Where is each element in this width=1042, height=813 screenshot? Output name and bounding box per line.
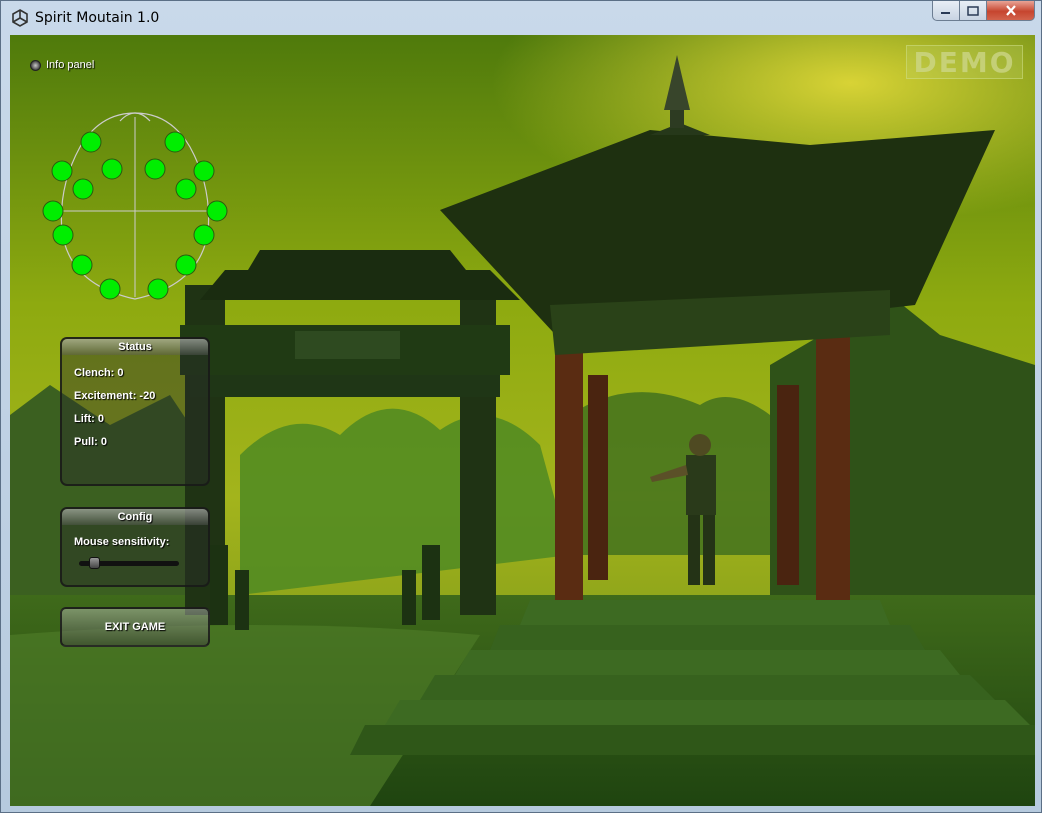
unity-app-icon [12, 9, 28, 27]
sensor-contact-11 [52, 224, 74, 246]
minimize-icon [941, 11, 950, 14]
status-panel: Status Clench: 0 Excitement: -20 Lift: 0… [60, 337, 210, 486]
sensor-contact-9 [42, 200, 64, 222]
title-bar[interactable]: Spirit Moutain 1.0 [1, 1, 1041, 35]
sensor-contact-16 [147, 278, 169, 300]
sensor-contact-1 [80, 131, 102, 153]
window-title: Spirit Moutain 1.0 [35, 10, 160, 26]
lift-value: Lift: 0 [74, 413, 104, 425]
eeg-sensor-map [42, 112, 228, 300]
status-title: Status [62, 339, 208, 355]
maximize-button[interactable] [960, 1, 987, 21]
sensor-contact-5 [51, 160, 73, 182]
info-panel-toggle[interactable]: Info panel [30, 59, 94, 71]
sensor-contact-2 [164, 131, 186, 153]
sensor-contact-8 [175, 178, 197, 200]
demo-watermark-text: DEMO [913, 45, 1016, 79]
mouse-sensitivity-slider-thumb[interactable] [89, 557, 100, 569]
clench-value: Clench: 0 [74, 367, 124, 379]
game-viewport[interactable]: Info panel DEMO Status Clench: 0 Excitem… [10, 35, 1035, 806]
game-window: Spirit Moutain 1.0 Info panel DEMO Statu… [0, 0, 1042, 813]
demo-watermark: DEMO [906, 45, 1023, 79]
close-button[interactable] [987, 1, 1035, 21]
sensor-contact-6 [193, 160, 215, 182]
config-panel: Config Mouse sensitivity: [60, 507, 210, 587]
excitement-value: Excitement: -20 [74, 390, 156, 402]
info-panel-label: Info panel [46, 59, 95, 71]
sensor-contact-14 [175, 254, 197, 276]
sensor-contact-10 [206, 200, 228, 222]
close-icon [1005, 5, 1016, 16]
exit-game-button[interactable]: EXIT GAME [60, 607, 210, 647]
maximize-icon [967, 5, 979, 16]
sensor-contact-4 [144, 158, 166, 180]
info-panel-radio[interactable] [30, 59, 41, 71]
config-title: Config [62, 509, 208, 525]
minimize-button[interactable] [932, 1, 960, 21]
sensor-contact-15 [99, 278, 121, 300]
mouse-sensitivity-label: Mouse sensitivity: [74, 536, 170, 548]
sensor-contact-13 [71, 254, 93, 276]
sensor-contact-12 [193, 224, 215, 246]
pull-value: Pull: 0 [74, 436, 108, 448]
sensor-contact-3 [101, 158, 123, 180]
sensor-contact-7 [72, 178, 94, 200]
